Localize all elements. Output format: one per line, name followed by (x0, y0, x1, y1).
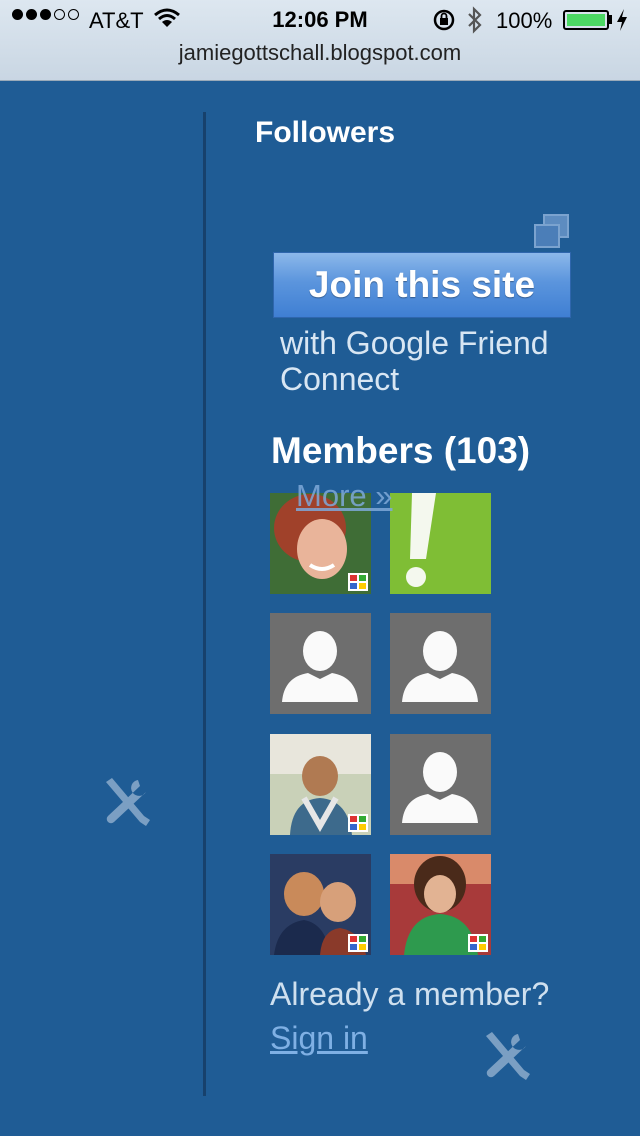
bluetooth-icon (468, 6, 482, 34)
default-user-icon (390, 734, 491, 835)
green-exclamation-icon (390, 493, 491, 594)
member-avatar-6[interactable] (390, 734, 491, 835)
member-avatar-8[interactable] (390, 854, 491, 955)
woman-outdoor-photo-icon (270, 734, 371, 835)
google-friend-connect-text: with Google Friend Connect (280, 325, 549, 397)
sign-in-link[interactable]: Sign in (270, 1020, 368, 1057)
battery-percent: 100% (496, 8, 553, 33)
popout-icon[interactable] (532, 213, 572, 251)
more-members-link[interactable]: More » (296, 478, 392, 514)
url-bar[interactable]: jamiegottschall.blogspot.com (0, 40, 640, 66)
join-this-site-button[interactable]: Join this site (273, 252, 571, 318)
couple-photo-icon (270, 854, 371, 955)
tools-icon[interactable] (98, 776, 156, 828)
member-avatar-7[interactable] (270, 854, 371, 955)
status-bar: AT&T 12:06 PM 100% (0, 0, 640, 40)
tools-icon[interactable] (478, 1030, 536, 1082)
column-divider (203, 112, 206, 1096)
member-avatar-3[interactable] (270, 613, 371, 714)
battery-icon (563, 10, 609, 30)
already-member-text: Already a member? (270, 976, 550, 1012)
woman-green-photo-icon (390, 854, 491, 955)
member-avatar-5[interactable] (270, 734, 371, 835)
battery-nub (609, 15, 612, 24)
browser-top-bar: AT&T 12:06 PM 100% jamiegottschall.blogs… (0, 0, 640, 81)
member-avatar-2[interactable] (390, 493, 491, 594)
charging-bolt-icon (617, 9, 627, 31)
default-user-icon (390, 613, 491, 714)
default-user-icon (270, 613, 371, 714)
rotation-lock-icon (433, 9, 455, 31)
member-avatar-4[interactable] (390, 613, 491, 714)
members-count-heading: Members (103) (271, 430, 531, 471)
followers-title: Followers (255, 116, 396, 149)
